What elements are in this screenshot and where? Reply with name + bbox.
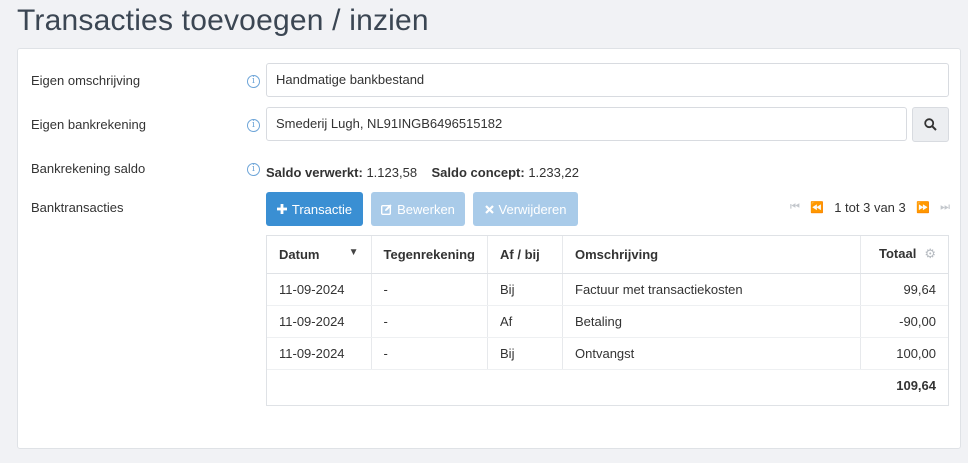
column-date[interactable]: Datum ▼: [267, 236, 371, 274]
last-page-icon[interactable]: ⏭: [940, 201, 950, 214]
concept-balance-value: 1.233,22: [528, 165, 579, 180]
processed-balance-label: Saldo verwerkt:: [266, 165, 363, 180]
own-bank-account-input[interactable]: Smederij Lugh, NL91INGB6496515182: [266, 107, 907, 141]
edit-label: Bewerken: [397, 201, 455, 217]
cell-description: Factuur met transactiekosten: [562, 273, 861, 306]
edit-button[interactable]: Bewerken: [371, 192, 465, 226]
cell-total: -90,00: [860, 305, 948, 338]
column-counter-account[interactable]: Tegenrekening: [370, 236, 488, 274]
pager: ⏮ ⏪ 1 tot 3 van 3 ⏩ ⏭: [790, 200, 950, 215]
plus-icon: [276, 204, 287, 214]
cell-date: 11-09-2024: [267, 273, 371, 306]
cell-date: 11-09-2024: [267, 337, 371, 370]
cell-description: Betaling: [562, 305, 861, 338]
info-icon[interactable]: i: [247, 163, 260, 176]
bank-balance-label: Bankrekening saldo: [31, 161, 146, 176]
pager-text: 1 tot 3 van 3: [834, 200, 906, 215]
cell-date: 11-09-2024: [267, 305, 371, 338]
bank-transactions-label: Banktransacties: [31, 200, 124, 215]
cell-counter-account: -: [370, 273, 488, 306]
cell-direction: Bij: [487, 337, 563, 370]
transactions-card: Eigen omschrijving i Handmatige bankbest…: [17, 48, 961, 449]
cell-counter-account: -: [370, 305, 488, 338]
delete-label: Verwijderen: [498, 201, 567, 217]
search-icon: [924, 118, 937, 131]
column-description[interactable]: Omschrijving: [562, 236, 861, 274]
transactions-table: Datum ▼ Tegenrekening Af / bij Omschrijv…: [266, 235, 949, 406]
own-description-label: Eigen omschrijving: [31, 73, 141, 88]
cell-direction: Af: [487, 305, 563, 338]
balance-summary: Saldo verwerkt: 1.123,58 Saldo concept: …: [266, 165, 579, 180]
own-description-input[interactable]: Handmatige bankbestand: [266, 63, 949, 97]
search-button[interactable]: [912, 107, 949, 142]
add-transaction-label: Transactie: [291, 201, 353, 217]
page-title: Transacties toevoegen / inzien: [17, 4, 429, 37]
table-total-row: 109,64: [267, 369, 948, 402]
next-page-icon[interactable]: ⏩: [916, 201, 930, 214]
table-row[interactable]: 11-09-2024 - Bij Ontvangst 100,00: [267, 337, 948, 370]
table-row[interactable]: 11-09-2024 - Bij Factuur met transactiek…: [267, 273, 948, 306]
processed-balance-value: 1.123,58: [366, 165, 418, 180]
info-icon[interactable]: i: [247, 75, 260, 88]
add-transaction-button[interactable]: Transactie: [266, 192, 363, 226]
own-bank-account-label: Eigen bankrekening: [31, 117, 146, 132]
cell-counter-account: -: [370, 337, 488, 370]
x-icon: [484, 204, 494, 214]
sort-desc-icon[interactable]: ▼: [349, 247, 359, 258]
delete-button[interactable]: Verwijderen: [473, 192, 578, 226]
column-direction[interactable]: Af / bij: [487, 236, 563, 274]
column-total[interactable]: ⚙ Totaal: [860, 236, 948, 274]
cell-total: 99,64: [860, 273, 948, 306]
first-page-icon[interactable]: ⏮: [790, 201, 800, 214]
table-total-value: 109,64: [896, 378, 936, 394]
gear-icon[interactable]: ⚙: [924, 246, 936, 262]
table-row[interactable]: 11-09-2024 - Af Betaling -90,00: [267, 305, 948, 338]
cell-direction: Bij: [487, 273, 563, 306]
cell-description: Ontvangst: [562, 337, 861, 370]
cell-total: 100,00: [860, 337, 948, 370]
info-icon[interactable]: i: [247, 119, 260, 132]
edit-icon: [381, 203, 392, 215]
concept-balance-label: Saldo concept:: [431, 165, 525, 180]
table-header-row: Datum ▼ Tegenrekening Af / bij Omschrijv…: [267, 236, 948, 274]
prev-page-icon[interactable]: ⏪: [810, 201, 824, 214]
